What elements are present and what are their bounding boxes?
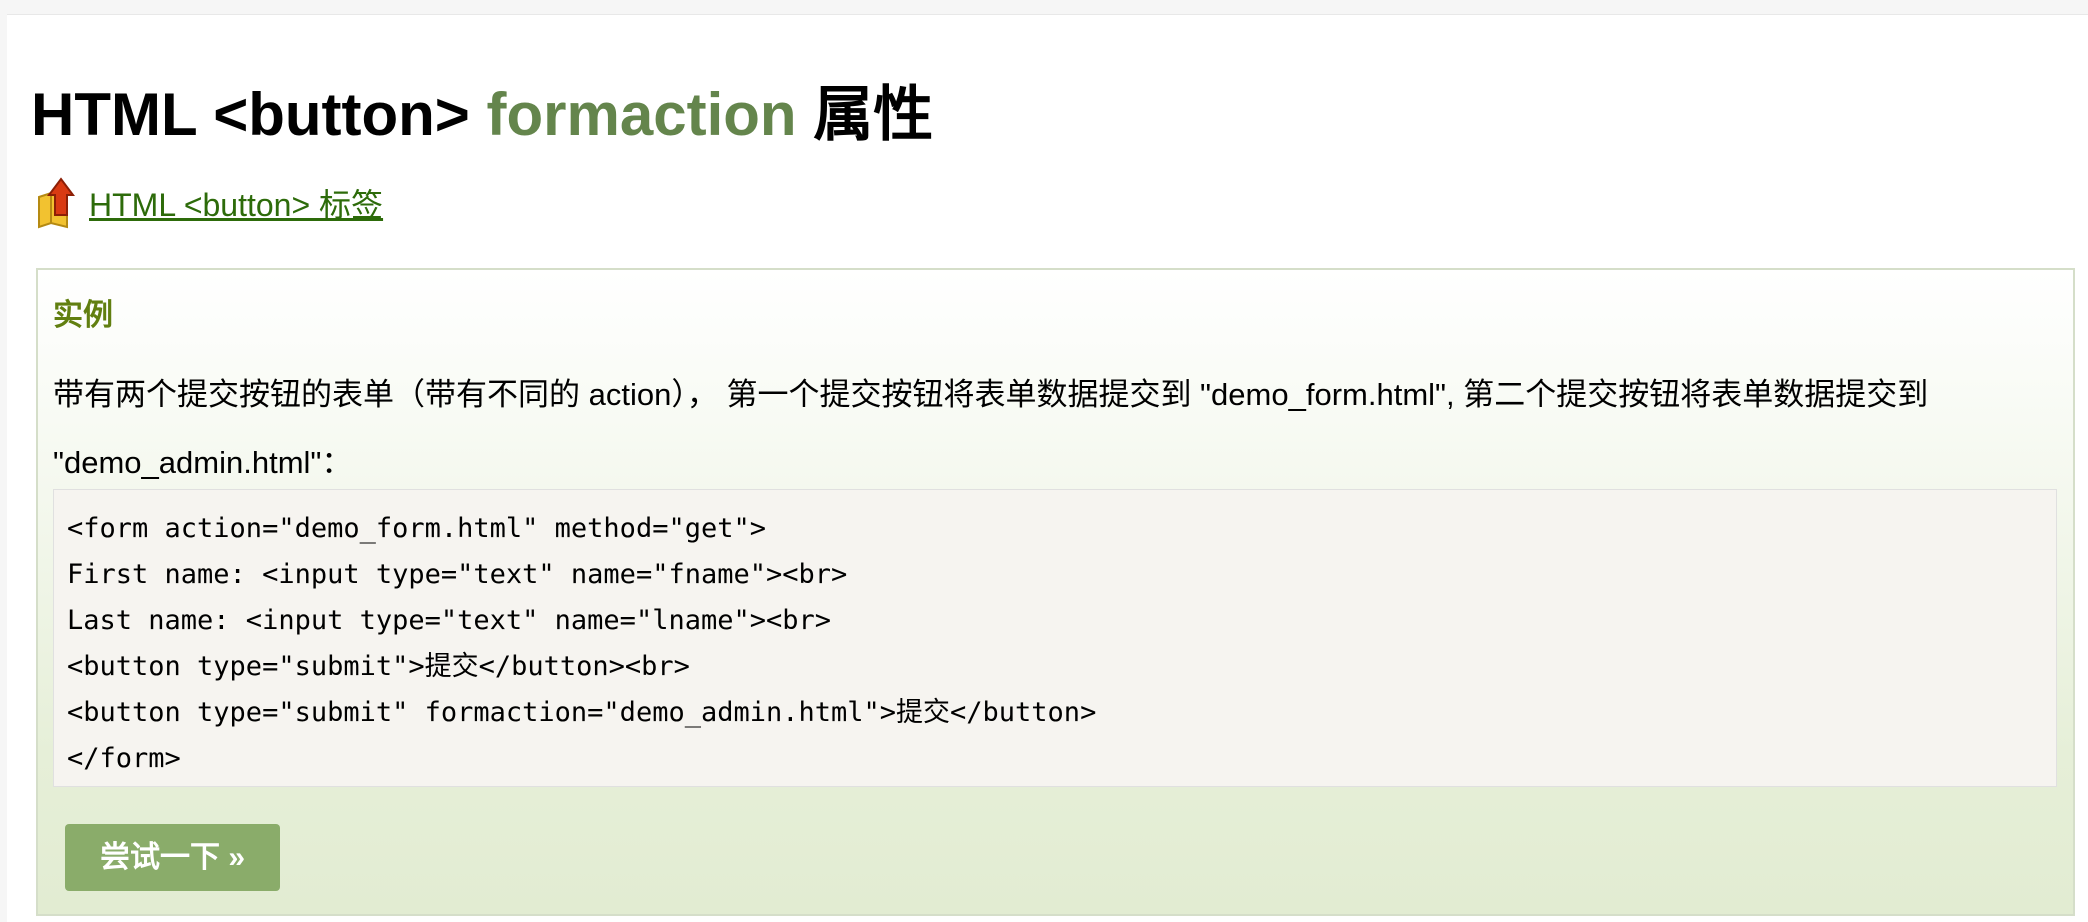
code-line: First name: <input type="text" name="fna… [67,559,848,590]
content-page: HTML <button> formaction 属性 HTML <button… [7,14,2088,922]
title-prefix: HTML <button> [31,81,487,148]
code-line: <form action="demo_form.html" method="ge… [67,513,766,544]
back-to-button-tag-link[interactable]: HTML <button> 标签 [35,175,383,231]
code-line: Last name: <input type="text" name="lnam… [67,605,832,636]
example-box: 实例 带有两个提交按钮的表单（带有不同的 action）， 第一个提交按钮将表单… [36,268,2075,916]
code-line: <button type="submit" formaction="demo_a… [67,697,1097,728]
code-line: </form> [67,743,181,774]
try-it-button[interactable]: 尝试一下 » [65,824,280,891]
title-suffix: 属性 [796,81,934,148]
code-block: <form action="demo_form.html" method="ge… [53,489,2057,787]
back-link-label: HTML <button> 标签 [89,187,384,223]
up-arrow-folder-icon [35,175,83,231]
title-accent: formaction [486,81,797,148]
code-line: <button type="submit">提交</button><br> [67,651,690,682]
example-heading: 实例 [53,299,113,332]
example-description: 带有两个提交按钮的表单（带有不同的 action）， 第一个提交按钮将表单数据提… [53,377,1929,480]
page-title: HTML <button> formaction 属性 [31,77,933,153]
